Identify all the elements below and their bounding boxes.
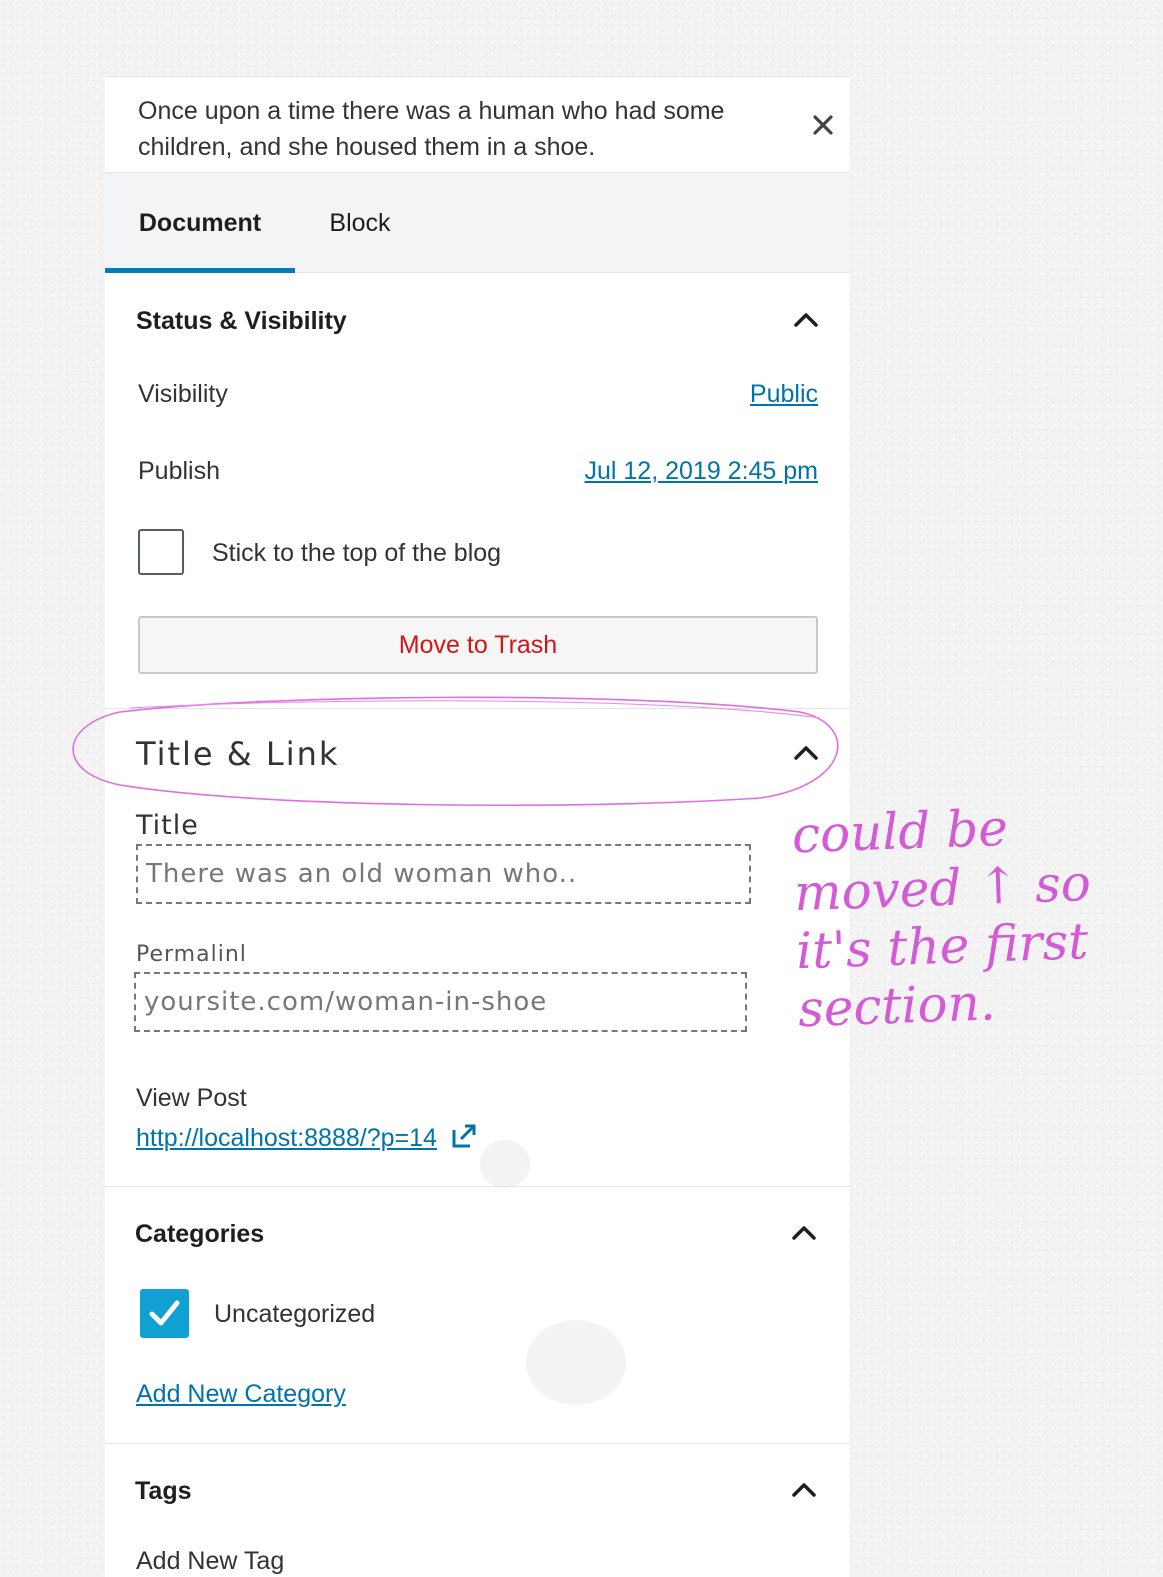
visibility-label: Visibility — [138, 380, 228, 408]
sticky-checkbox[interactable] — [138, 529, 184, 575]
view-post-url: http://localhost:8888/?p=14 — [136, 1124, 437, 1152]
chevron-up-icon — [794, 313, 818, 327]
categories-title: Categories — [135, 1220, 265, 1248]
checkmark-icon — [149, 1300, 180, 1326]
permalink-label: Permalinl — [136, 942, 247, 967]
categories-header[interactable]: Categories — [105, 1194, 850, 1274]
section-divider — [105, 1186, 850, 1187]
category-label-uncategorized: Uncategorized — [214, 1300, 376, 1328]
external-link-icon — [452, 1124, 476, 1148]
sticky-label: Stick to the top of the blog — [212, 539, 502, 567]
tags-header[interactable]: Tags — [105, 1451, 850, 1531]
permalink-input[interactable]: yoursite.com/woman-in-shoe — [134, 972, 747, 1032]
excerpt-notice: Once upon a time there was a human who h… — [105, 76, 850, 173]
visibility-toggle[interactable]: Public — [750, 380, 818, 409]
section-divider — [105, 1443, 850, 1444]
highlight-ellipse — [72, 696, 839, 807]
smudge — [526, 1320, 626, 1405]
status-visibility-header[interactable]: Status & Visibility — [105, 281, 850, 361]
publish-date-toggle[interactable]: Jul 12, 2019 2:45 pm — [585, 457, 819, 486]
add-new-category-link[interactable]: Add New Category — [136, 1380, 346, 1409]
view-post-link[interactable]: http://localhost:8888/?p=14 — [136, 1122, 478, 1153]
move-to-trash-button[interactable]: Move to Trash — [138, 616, 818, 674]
publish-label: Publish — [138, 457, 220, 485]
view-post-label: View Post — [136, 1084, 247, 1112]
annotation-note: could be moved ↑ so it's the first secti… — [791, 798, 1092, 1039]
close-button[interactable] — [805, 107, 841, 143]
sidebar-tabs: Document Block — [105, 173, 850, 273]
tab-block[interactable]: Block — [295, 173, 425, 273]
status-visibility-title: Status & Visibility — [136, 307, 347, 335]
add-new-tag-label: Add New Tag — [136, 1547, 285, 1575]
tab-document[interactable]: Document — [105, 173, 295, 273]
tags-title: Tags — [135, 1477, 192, 1505]
chevron-up-icon — [792, 1226, 816, 1240]
title-input[interactable]: There was an old woman who.. — [136, 844, 751, 904]
chevron-up-icon — [792, 1483, 816, 1497]
close-icon — [813, 115, 833, 135]
smudge — [480, 1140, 530, 1188]
notice-text: Once upon a time there was a human who h… — [138, 97, 725, 161]
document-sidebar: Once upon a time there was a human who h… — [105, 76, 850, 1577]
category-checkbox-uncategorized[interactable] — [140, 1289, 189, 1338]
